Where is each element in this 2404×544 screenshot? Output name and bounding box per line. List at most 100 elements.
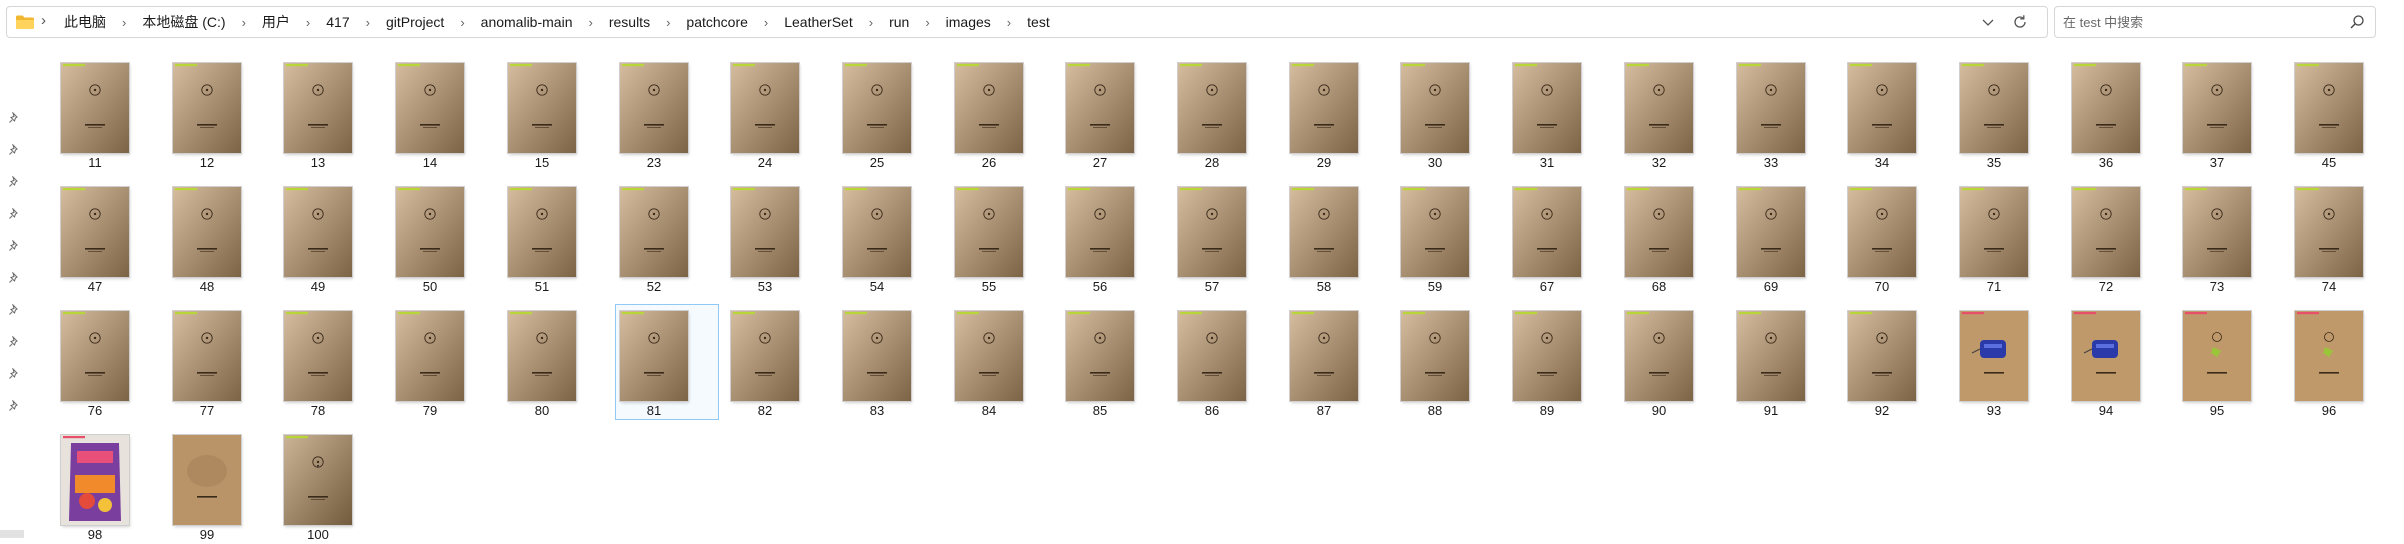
file-item[interactable]: 55 [950,180,1054,296]
file-item[interactable]: 100 [279,428,383,544]
breadcrumb-separator-icon[interactable]: › [914,15,940,30]
file-item[interactable]: 58 [1285,180,1389,296]
breadcrumb-item[interactable]: anomalib-main [476,14,578,30]
file-item[interactable]: 72 [2067,180,2171,296]
search-box[interactable] [2054,6,2376,38]
file-item[interactable]: 91 [1732,304,1836,420]
pin-icon[interactable] [8,240,20,252]
file-item[interactable]: 31 [1508,56,1612,172]
file-item[interactable]: 87 [1285,304,1389,420]
file-item[interactable]: 30 [1396,56,1500,172]
breadcrumb-item[interactable]: LeatherSet [779,14,858,30]
file-item[interactable]: 67 [1508,180,1612,296]
file-item[interactable]: 84 [950,304,1054,420]
breadcrumb-item[interactable]: gitProject [381,14,449,30]
breadcrumb-item[interactable]: 用户 [257,12,295,32]
breadcrumb-item[interactable]: 本地磁盘 (C:) [137,12,230,32]
file-item[interactable]: 69 [1732,180,1836,296]
file-item[interactable]: 79 [391,304,495,420]
breadcrumb-separator-icon[interactable]: › [449,15,475,30]
file-item[interactable]: 92 [1843,304,1947,420]
file-item[interactable]: 57 [1173,180,1277,296]
file-item[interactable]: 88 [1396,304,1500,420]
file-item[interactable]: 68 [1620,180,1724,296]
file-item[interactable]: 28 [1173,56,1277,172]
address-bar[interactable]: › 此电脑 › 本地磁盘 (C:) › 用户 › 417 › gitProject › anomal… [6,6,2048,38]
file-item[interactable]: 45 [2290,56,2394,172]
file-item[interactable]: 11 [56,56,160,172]
pin-icon[interactable] [8,144,20,156]
breadcrumb-separator-icon[interactable]: › [231,15,257,30]
breadcrumb-separator-icon[interactable]: › [655,15,681,30]
refresh-icon[interactable] [2011,13,2029,31]
file-item[interactable]: 86 [1173,304,1277,420]
breadcrumb-root-chevron-icon[interactable]: › [41,12,46,29]
file-item[interactable]: 90 [1620,304,1724,420]
file-item[interactable]: 26 [950,56,1054,172]
search-input[interactable] [2063,11,2333,33]
breadcrumb-item[interactable]: test [1022,14,1055,30]
file-item[interactable]: 13 [279,56,383,172]
file-item[interactable]: 74 [2290,180,2394,296]
file-item[interactable]: 33 [1732,56,1836,172]
breadcrumb-item[interactable]: results [604,14,655,30]
file-item[interactable]: 34 [1843,56,1947,172]
file-item[interactable]: 98 [56,428,160,544]
file-item[interactable]: 49 [279,180,383,296]
file-item[interactable]: 50 [391,180,495,296]
pin-icon[interactable] [8,304,20,316]
breadcrumb-item[interactable]: run [884,14,914,30]
breadcrumb-separator-icon[interactable]: › [858,15,884,30]
breadcrumb-item[interactable]: patchcore [681,14,752,30]
file-item[interactable]: 51 [503,180,607,296]
file-item[interactable]: 80 [503,304,607,420]
file-item[interactable]: 76 [56,304,160,420]
file-item[interactable]: 47 [56,180,160,296]
pin-icon[interactable] [8,112,20,124]
file-item[interactable]: 15 [503,56,607,172]
pin-icon[interactable] [8,176,20,188]
file-item[interactable]: 77 [168,304,272,420]
file-item[interactable]: 78 [279,304,383,420]
file-item[interactable]: 83 [838,304,942,420]
file-item[interactable]: 25 [838,56,942,172]
file-item[interactable]: 52 [615,180,719,296]
file-item[interactable]: 85 [1061,304,1165,420]
breadcrumb-separator-icon[interactable]: › [753,15,779,30]
file-item[interactable]: 71 [1955,180,2059,296]
file-item[interactable]: 93 [1955,304,2059,420]
file-item[interactable]: 56 [1061,180,1165,296]
file-item[interactable]: 54 [838,180,942,296]
pin-icon[interactable] [8,336,20,348]
file-item[interactable]: 82 [726,304,830,420]
file-item[interactable]: 73 [2178,180,2282,296]
file-item[interactable]: 89 [1508,304,1612,420]
breadcrumb-separator-icon[interactable]: › [577,15,603,30]
file-item[interactable]: 95 [2178,304,2282,420]
file-item[interactable]: 81 [615,304,719,420]
nav-pane-scrollbar[interactable] [0,530,24,538]
chevron-down-icon[interactable] [1979,13,1997,31]
file-item[interactable]: 48 [168,180,272,296]
file-item[interactable]: 70 [1843,180,1947,296]
breadcrumb-separator-icon[interactable]: › [355,15,381,30]
file-item[interactable]: 53 [726,180,830,296]
breadcrumb-item[interactable]: 此电脑 [59,12,111,32]
file-item[interactable]: 32 [1620,56,1724,172]
pin-icon[interactable] [8,272,20,284]
breadcrumb-item[interactable]: 417 [321,14,354,30]
file-item[interactable]: 36 [2067,56,2171,172]
pin-icon[interactable] [8,368,20,380]
breadcrumb-item[interactable]: images [941,14,996,30]
file-item[interactable]: 94 [2067,304,2171,420]
file-item[interactable]: 35 [1955,56,2059,172]
file-item[interactable]: 24 [726,56,830,172]
file-item[interactable]: 99 [168,428,272,544]
pin-icon[interactable] [8,208,20,220]
file-item[interactable]: 14 [391,56,495,172]
breadcrumb-separator-icon[interactable]: › [996,15,1022,30]
file-item[interactable]: 27 [1061,56,1165,172]
file-item[interactable]: 96 [2290,304,2394,420]
breadcrumb-separator-icon[interactable]: › [295,15,321,30]
pin-icon[interactable] [8,400,20,412]
